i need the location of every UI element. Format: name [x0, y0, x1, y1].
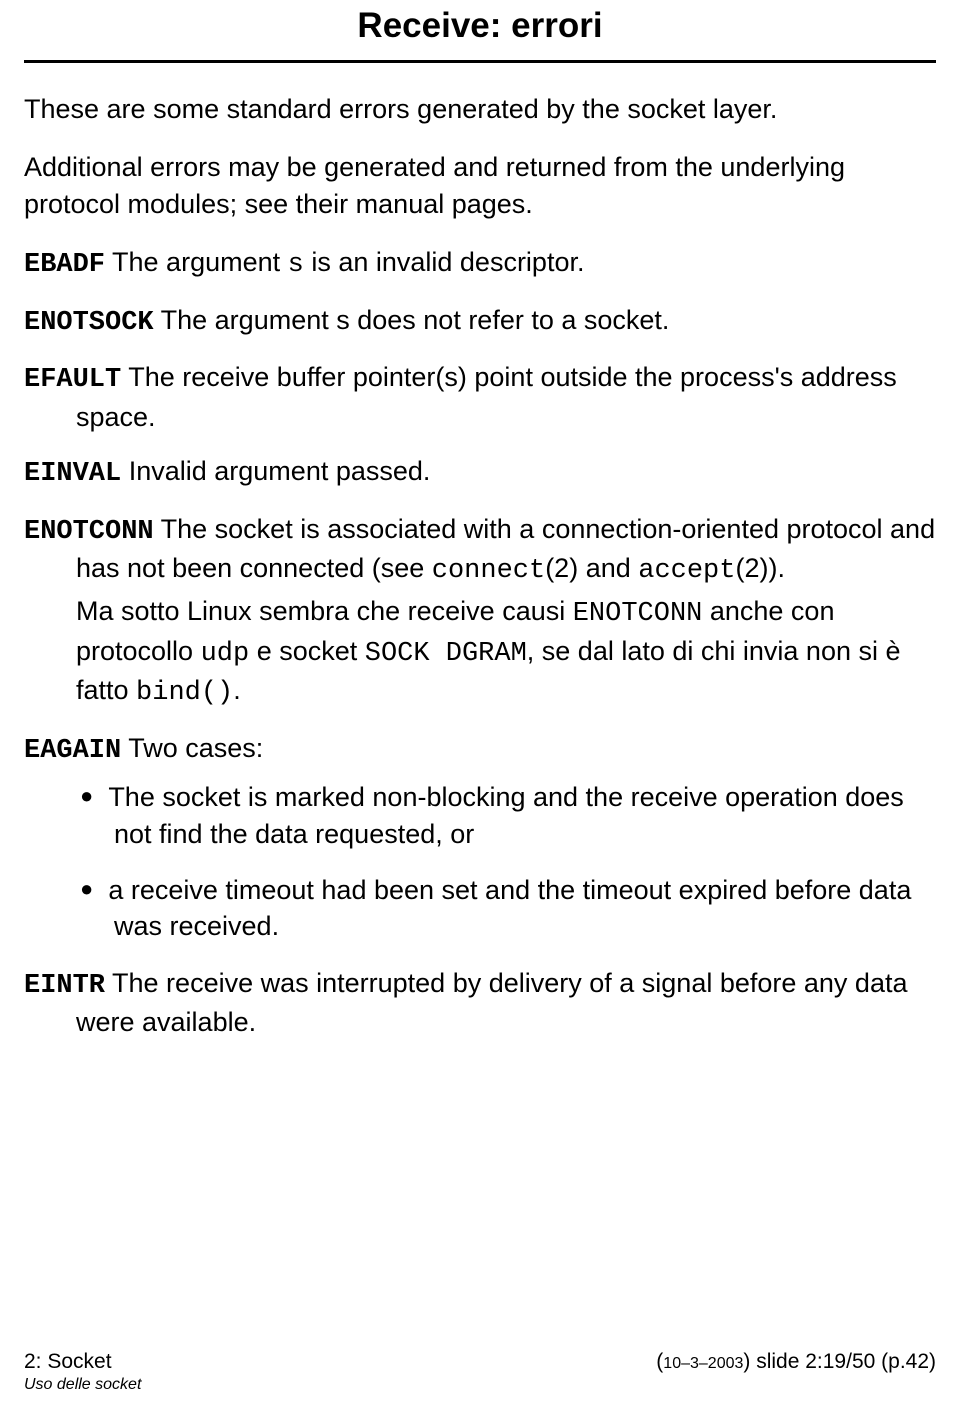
footer: 2: Socket (10–3–2003) slide 2:19/50 (p.4…	[24, 1350, 936, 1394]
code-connect: connect	[432, 556, 545, 586]
error-term: EINTR	[24, 971, 105, 1001]
footer-right: (10–3–2003) slide 2:19/50 (p.42)	[656, 1350, 936, 1374]
page-title: Receive: errori	[24, 0, 936, 60]
error-eagain: EAGAIN Two cases:	[24, 730, 936, 769]
footer-left: 2: Socket	[24, 1350, 112, 1374]
error-einval: EINVAL Invalid argument passed.	[24, 453, 936, 492]
error-enotconn: ENOTCONN The socket is associated with a…	[24, 511, 936, 712]
error-desc: Invalid argument passed.	[121, 456, 430, 486]
note-text: Ma sotto Linux sembra che receive causi	[76, 596, 573, 626]
intro-paragraph-2: Additional errors may be generated and r…	[24, 149, 936, 222]
error-efault: EFAULT The receive buffer pointer(s) poi…	[24, 359, 936, 435]
title-divider	[24, 60, 936, 63]
bullet-text: a receive timeout had been set and the t…	[108, 875, 911, 941]
error-desc: The argument	[105, 247, 288, 277]
error-desc: (2) and	[545, 553, 638, 583]
error-desc: The receive was interrupted by delivery …	[76, 968, 907, 1037]
error-term: EAGAIN	[24, 736, 121, 766]
error-arg: s	[288, 250, 304, 280]
footer-right-post: ) slide 2:19/50 (p.42)	[743, 1350, 936, 1373]
eagain-bullet-list: ● The socket is marked non-blocking and …	[24, 779, 936, 945]
bullet-icon: ●	[80, 876, 93, 901]
error-enotconn-note: Ma sotto Linux sembra che receive causi …	[24, 593, 936, 711]
error-term: EBADF	[24, 250, 105, 280]
error-desc: (2)).	[735, 553, 785, 583]
error-ebadf: EBADF The argument s is an invalid descr…	[24, 244, 936, 283]
bullet-text: The socket is marked non-blocking and th…	[108, 782, 903, 848]
code-sock-dgram: SOCK DGRAM	[365, 639, 527, 669]
list-item: ● a receive timeout had been set and the…	[24, 872, 936, 945]
error-term: EFAULT	[24, 365, 121, 395]
code-bind: bind()	[136, 678, 233, 708]
code-enotconn: ENOTCONN	[573, 599, 703, 629]
error-desc: The receive buffer pointer(s) point outs…	[76, 362, 897, 431]
intro-paragraph-1: These are some standard errors generated…	[24, 91, 936, 127]
code-accept: accept	[638, 556, 735, 586]
error-term: ENOTCONN	[24, 517, 154, 547]
error-enotconn-desc: ENOTCONN The socket is associated with a…	[24, 511, 936, 590]
error-term: EINVAL	[24, 459, 121, 489]
footer-date: 10–3–2003	[663, 1355, 743, 1372]
error-term: ENOTSOCK	[24, 308, 154, 338]
bullet-icon: ●	[80, 783, 93, 808]
error-desc: Two cases:	[121, 733, 263, 763]
code-udp: udp	[201, 639, 250, 669]
error-enotsock: ENOTSOCK The argument s does not refer t…	[24, 302, 936, 341]
note-text: e socket	[249, 636, 365, 666]
note-text: .	[233, 675, 241, 705]
list-item: ● The socket is marked non-blocking and …	[24, 779, 936, 852]
error-desc: is an invalid descriptor.	[304, 247, 585, 277]
error-eintr: EINTR The receive was interrupted by del…	[24, 965, 936, 1041]
error-desc: The argument s does not refer to a socke…	[154, 305, 670, 335]
footer-bottom: Uso delle socket	[24, 1376, 936, 1394]
footer-top: 2: Socket (10–3–2003) slide 2:19/50 (p.4…	[24, 1350, 936, 1374]
